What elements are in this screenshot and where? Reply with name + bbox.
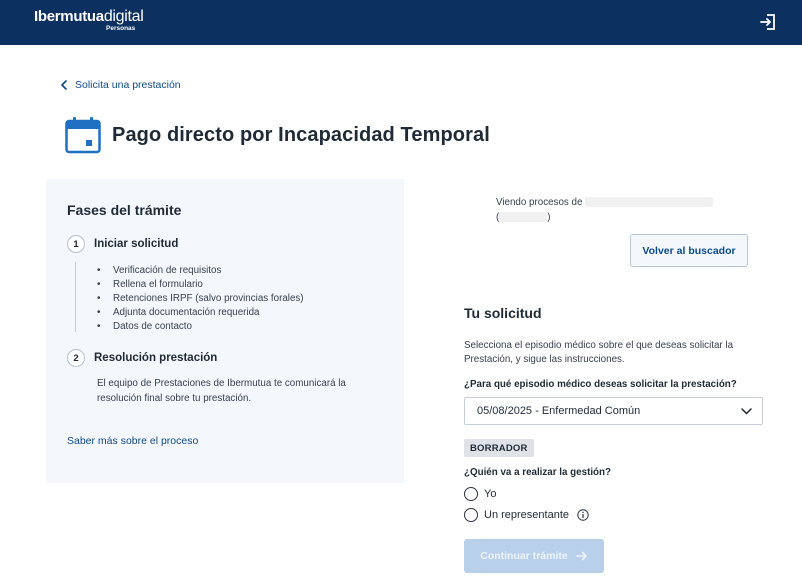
list-item: Verificación de requisitos [97,264,304,278]
phases-panel: Fases del trámite 1 Iniciar solicitud Ve… [46,179,404,483]
episode-select[interactable]: 05/08/2025 - Enfermedad Común [464,397,763,425]
list-item: Adjunta documentación requerida [97,306,304,320]
request-description: Selecciona el episodio médico sobre el q… [464,340,734,366]
back-link-label: Solicita una prestación [75,79,181,91]
radio-option-yo[interactable]: Yo [464,487,496,501]
redacted-id [499,211,548,222]
step-1: 1 Iniciar solicitud [67,235,178,253]
list-item: Datos de contacto [97,320,304,334]
logo-suffix: digital [103,8,144,25]
logo-wordmark: Ibermutuadigital [34,8,144,26]
ibermutua-logo[interactable]: Ibermutuadigital Personas [34,8,144,32]
back-to-search-button[interactable]: Volver al buscador [630,234,748,267]
viewing-processes: Viendo procesos de () [496,196,714,225]
request-title: Tu solicitud [464,305,542,321]
step-number: 1 [67,235,85,253]
list-item: Rellena el formulario [97,278,304,292]
radio-button[interactable] [464,487,478,501]
chevron-down-icon [741,407,752,414]
list-item: Retenciones IRPF (salvo provincias foral… [97,292,304,306]
calendar-icon [65,117,101,154]
info-icon[interactable] [577,509,589,521]
learn-more-link[interactable]: Saber más sobre el proceso [67,435,198,447]
radio-button[interactable] [464,508,478,522]
chevron-left-icon [61,80,67,90]
step-2: 2 Resolución prestación [67,349,217,367]
radio-label: Yo [484,488,497,500]
episode-question: ¿Para qué episodio médico deseas solicit… [464,379,737,390]
step-connector [75,262,76,332]
step-1-items: Verificación de requisitos Rellena el fo… [97,264,304,334]
continue-button[interactable]: Continuar trámite [464,539,604,573]
page-title: Pago directo por Incapacidad Temporal [112,123,490,146]
radio-label: Un representante [484,509,569,521]
step-title: Resolución prestación [94,352,218,364]
logout-icon[interactable] [758,12,778,32]
step-2-description: El equipo de Prestaciones de Ibermutua t… [97,378,346,404]
episode-select-value: 05/08/2025 - Enfermedad Común [477,405,641,417]
phases-heading: Fases del trámite [67,202,182,218]
redacted-name [585,197,714,208]
step-number: 2 [67,349,85,367]
step-title: Iniciar solicitud [94,238,179,250]
viewing-label: Viendo procesos de [496,197,583,208]
page-header: Pago directo por Incapacidad Temporal [64,116,490,154]
status-badge: BORRADOR [464,439,534,457]
who-question: ¿Quién va a realizar la gestión? [464,467,612,478]
close-paren: ) [547,211,551,223]
continue-button-label: Continuar trámite [480,550,568,562]
top-bar: Ibermutuadigital Personas [0,0,802,45]
logo-brand: Ibermutua [34,8,104,25]
arrow-right-icon [575,551,587,561]
logo-subtitle: Personas [106,25,136,32]
back-link[interactable]: Solicita una prestación [60,79,181,91]
radio-option-representante[interactable]: Un representante [464,508,589,522]
